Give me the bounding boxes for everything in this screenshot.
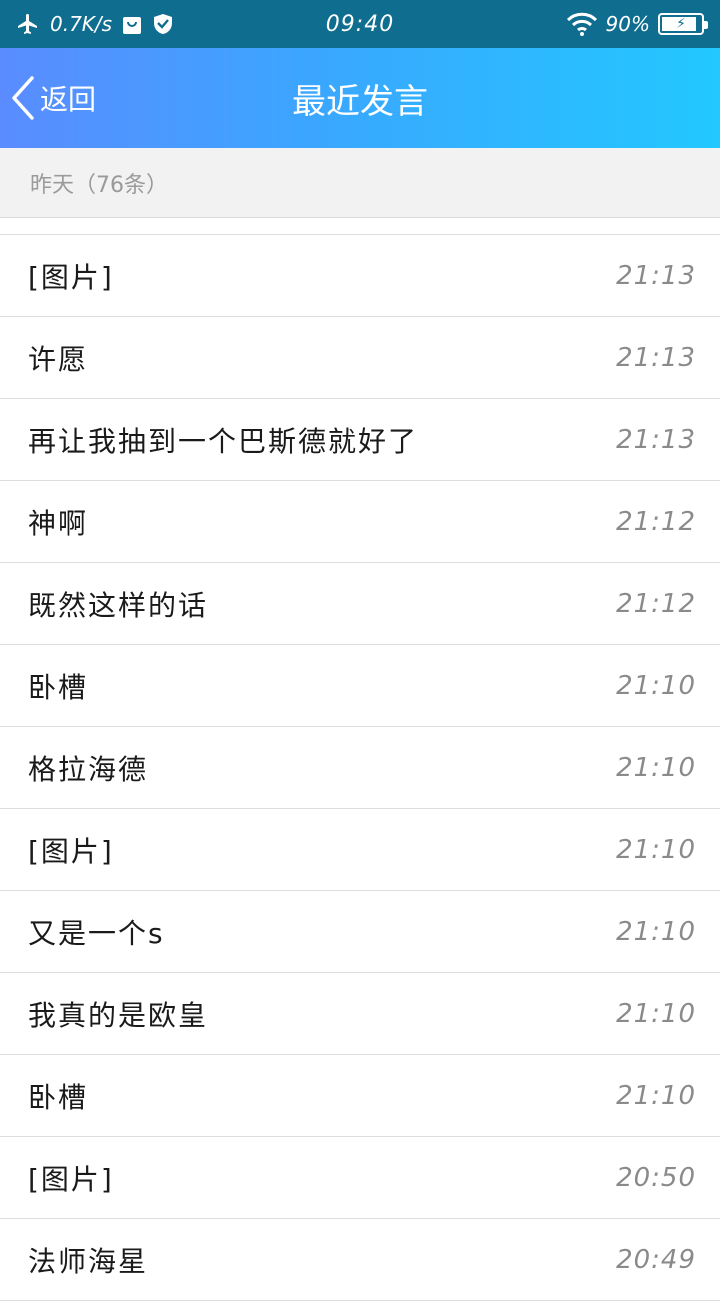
status-left: 0.7K/s — [16, 0, 174, 48]
message-time: 21:10 — [616, 670, 696, 701]
status-right: 90% ⚡ — [566, 0, 708, 48]
battery-percent: 90% — [605, 12, 650, 36]
back-button[interactable]: 返回 — [10, 48, 96, 148]
message-text: 既然这样的话 — [28, 588, 209, 622]
list-item[interactable]: 许愿 21:13 — [0, 317, 720, 399]
message-time: 21:13 — [616, 342, 696, 373]
back-label: 返回 — [40, 83, 97, 116]
status-bar: 0.7K/s 09:40 90% ⚡ — [0, 0, 720, 48]
list-item[interactable]: 格拉海德 21:10 — [0, 727, 720, 809]
list-item[interactable]: 卧槽 21:10 — [0, 645, 720, 727]
message-text: [图片] — [28, 834, 114, 868]
message-text: 卧槽 — [28, 1080, 89, 1114]
airplane-icon — [16, 12, 40, 36]
section-header-yesterday: 昨天（76条） — [0, 148, 720, 218]
charging-bolt-icon: ⚡ — [676, 16, 686, 32]
list-item[interactable]: 法师海星 20:49 — [0, 1219, 720, 1301]
list-item[interactable]: 卧槽 21:10 — [0, 1055, 720, 1137]
page-title: 最近发言 — [292, 81, 428, 122]
list-item[interactable]: 再让我抽到一个巴斯德就好了 21:13 — [0, 399, 720, 481]
battery-icon: ⚡ — [658, 13, 708, 35]
message-time: 21:13 — [616, 260, 696, 291]
message-text: 又是一个s — [28, 916, 165, 950]
message-time: 21:12 — [616, 506, 696, 537]
message-text: 格拉海德 — [28, 752, 149, 786]
message-text: 再让我抽到一个巴斯德就好了 — [28, 424, 419, 458]
shield-icon — [152, 13, 174, 35]
message-text: 法师海星 — [28, 1244, 149, 1278]
message-text: 卧槽 — [28, 670, 89, 704]
wifi-icon — [566, 12, 598, 36]
list-item[interactable]: [图片] 21:10 — [0, 809, 720, 891]
list-item[interactable]: 又是一个s 21:10 — [0, 891, 720, 973]
chevron-left-icon — [10, 75, 36, 121]
message-text: 我真的是欧皇 — [28, 998, 209, 1032]
list-item[interactable]: [图片] 21:13 — [0, 235, 720, 317]
message-time: 20:50 — [616, 1162, 696, 1193]
message-text: [图片] — [28, 1162, 114, 1196]
message-time: 21:10 — [616, 916, 696, 947]
net-speed: 0.7K/s — [50, 12, 113, 36]
message-text: [图片] — [28, 260, 114, 294]
list-item[interactable]: [图片] 20:50 — [0, 1137, 720, 1219]
message-text: 许愿 — [28, 342, 89, 376]
list-item[interactable]: 既然这样的话 21:12 — [0, 563, 720, 645]
message-time: 21:13 — [616, 424, 696, 455]
message-time: 21:10 — [616, 834, 696, 865]
list-item[interactable]: 神啊 21:12 — [0, 481, 720, 563]
message-time: 21:12 — [616, 588, 696, 619]
message-time: 21:10 — [616, 998, 696, 1029]
message-list: [图片] 21:13 许愿 21:13 再让我抽到一个巴斯德就好了 21:13 神啊 21:1… — [0, 234, 720, 1301]
nav-bar: 返回 最近发言 — [0, 48, 720, 148]
list-item[interactable]: 我真的是欧皇 21:10 — [0, 973, 720, 1055]
message-text: 神啊 — [28, 506, 89, 540]
message-time: 21:10 — [616, 1080, 696, 1111]
message-time: 21:10 — [616, 752, 696, 783]
bag-icon — [122, 13, 142, 35]
message-time: 20:49 — [616, 1244, 696, 1275]
